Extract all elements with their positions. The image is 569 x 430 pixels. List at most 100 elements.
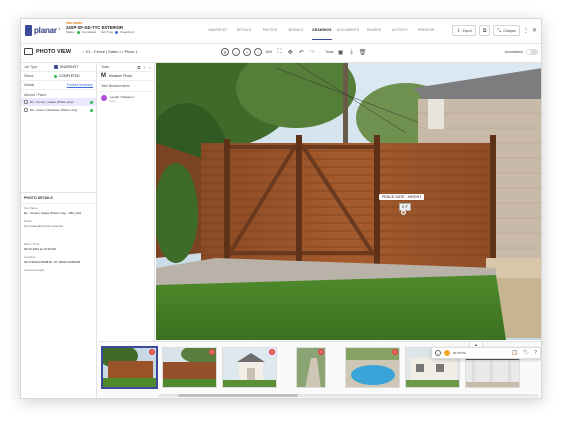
download-icon[interactable]: ⤓ bbox=[348, 48, 356, 56]
thumbnail[interactable]: × bbox=[162, 347, 217, 388]
status-dot-icon bbox=[76, 31, 80, 35]
planar-logo[interactable]: planar bbox=[25, 25, 57, 36]
collapse-icon: ⤡ bbox=[497, 27, 502, 34]
zoom-in-icon[interactable]: + bbox=[243, 48, 251, 56]
share-button[interactable]: ⧉ bbox=[479, 25, 491, 36]
zoom-level[interactable]: 18% bbox=[265, 50, 272, 54]
album-image-icon bbox=[24, 100, 28, 104]
jobtype-label: Job Type bbox=[101, 30, 114, 35]
help-circle-icon[interactable]: ? bbox=[534, 350, 537, 356]
nav-activity[interactable]: ACTIVITY bbox=[387, 28, 413, 40]
remove-thumbnail-icon[interactable]: × bbox=[392, 349, 398, 355]
nav-snapshot[interactable]: SNAPSHOT bbox=[205, 28, 231, 40]
notes-value: No embedded photo selected bbox=[24, 224, 64, 228]
more-vertical-icon[interactable]: ⋮ bbox=[523, 27, 529, 34]
breadcrumb-text: E1 - Fence | Gates >> Photo 1 bbox=[86, 50, 138, 54]
measurement-avatar bbox=[101, 95, 107, 101]
annotation-label[interactable]: FENCE GATE - HEIGHT bbox=[379, 194, 425, 200]
nav-documents[interactable]: DOCUMENTS bbox=[335, 28, 361, 40]
help-icon[interactable]: ? bbox=[143, 65, 145, 70]
photo-view-label: PHOTO VIEW bbox=[36, 48, 72, 55]
thumbnail[interactable]: × bbox=[345, 347, 400, 388]
view-tools: ⚙ i + − 18% ⛶ ✥ ↶ ↷ Tools ▣ ⤓ 🗑 bbox=[221, 48, 367, 56]
status-label: Status bbox=[66, 30, 75, 35]
product-summary-link[interactable]: Product Summary bbox=[67, 83, 93, 87]
nav-models[interactable]: MODELS bbox=[283, 28, 309, 40]
snapshot-icon bbox=[54, 65, 58, 69]
remove-thumbnail-icon[interactable]: × bbox=[318, 349, 324, 355]
nav-photos[interactable]: PHOTOS bbox=[257, 28, 283, 40]
file-name-value: E1 - Fence | Gates (Photo only) - IMG_00… bbox=[24, 211, 82, 215]
info-icon[interactable]: i bbox=[232, 48, 240, 56]
clipboard-icon[interactable]: 📋 bbox=[512, 350, 518, 356]
date-time-value: 09.03.2024 at 10:18 AM bbox=[24, 247, 56, 251]
undo-icon[interactable]: ↶ bbox=[297, 48, 305, 56]
status-value: Completed bbox=[81, 30, 97, 35]
job-type-label: Job Type bbox=[24, 65, 38, 69]
tag-icon[interactable]: 🏷 bbox=[523, 350, 529, 356]
album-status-dot-icon bbox=[90, 108, 93, 112]
main-photo[interactable]: FENCE GATE - HEIGHT 6' 2" bbox=[156, 63, 541, 340]
lock-icon[interactable]: ⌂ bbox=[149, 65, 151, 70]
logo-mark-icon bbox=[25, 25, 32, 36]
measure-photo-label: Measure Photo bbox=[109, 74, 132, 78]
remove-thumbnail-icon[interactable]: × bbox=[209, 349, 215, 355]
fence-gate-photo bbox=[156, 63, 541, 340]
status-row-label: Status bbox=[24, 74, 34, 78]
delete-icon[interactable]: 🗑 bbox=[359, 48, 367, 56]
album-label: E1 - Fence | Gates (Photo only) bbox=[30, 100, 74, 104]
thumbnail-scrollbar[interactable] bbox=[158, 394, 538, 397]
nav-preview[interactable]: PREVIEW bbox=[413, 28, 439, 40]
save-icon[interactable]: ▣ bbox=[337, 48, 345, 56]
project-status: Status Completed Job Type SnapshotJ bbox=[66, 30, 135, 35]
album-status-dot-icon bbox=[90, 100, 93, 104]
collapse-button[interactable]: ⤡ Collapse bbox=[493, 25, 520, 36]
status-row: Status COMPLETED bbox=[21, 72, 96, 81]
nav-drawings[interactable]: DRAWINGS bbox=[309, 28, 335, 40]
photo-view-title: PHOTO VIEW bbox=[24, 48, 71, 55]
thumbnail[interactable]: × bbox=[222, 347, 277, 388]
camera-height-label: Camera Height bbox=[24, 268, 45, 272]
remove-thumbnail-icon[interactable]: × bbox=[269, 349, 275, 355]
annotation-marker-icon[interactable] bbox=[401, 210, 406, 215]
annotations-toggle-group: Annotations bbox=[505, 49, 538, 55]
measurement-sub: Line bbox=[110, 99, 116, 104]
export-button[interactable]: ⇪ Export bbox=[452, 25, 477, 36]
chevron-right-icon: › bbox=[58, 26, 61, 33]
tools-panel-label: Tools bbox=[101, 65, 109, 69]
annotations-toggle[interactable] bbox=[526, 49, 538, 55]
fit-screen-icon[interactable]: ⛶ bbox=[275, 48, 283, 56]
thumbnail[interactable]: × bbox=[102, 347, 157, 388]
job-type-value: SNAPSHOT bbox=[60, 65, 79, 69]
top-actions: ⇪ Export ⧉ ⤡ Collapse ⋮ ✕ bbox=[452, 25, 537, 36]
nav-details[interactable]: DETAILS bbox=[231, 28, 257, 40]
floating-photo-bar: − 00:45 PM 📋 🏷 ? bbox=[431, 347, 541, 359]
remove-thumbnail-icon[interactable]: × bbox=[149, 349, 155, 355]
measure-icon: M bbox=[101, 73, 106, 79]
completed-dot-icon bbox=[54, 74, 57, 78]
zoom-out-circle-icon[interactable]: − bbox=[435, 350, 441, 356]
chevron-left-icon[interactable]: ‹ bbox=[83, 50, 84, 54]
timer-icon bbox=[444, 350, 450, 356]
collapse-label: Collapse bbox=[503, 28, 516, 33]
pan-icon[interactable]: ✥ bbox=[286, 48, 294, 56]
photo-details-title: PHOTO DETAILS bbox=[21, 193, 97, 204]
top-bar: planar › PRO DEMO 24SP-SF-GD-TYC EXTERIO… bbox=[21, 19, 541, 44]
share-icon: ⧉ bbox=[482, 27, 487, 34]
main-nav: SNAPSHOT DETAILS PHOTOS MODELS DRAWINGS … bbox=[205, 28, 439, 40]
thumbnail[interactable]: × bbox=[296, 347, 326, 388]
album-item[interactable]: E2 - Doors | Windows (Photo only) bbox=[21, 106, 96, 114]
measure-photo-tool[interactable]: M Measure Photo bbox=[98, 72, 154, 81]
zoom-out-icon[interactable]: − bbox=[254, 48, 262, 56]
close-icon[interactable]: ✕ bbox=[532, 27, 537, 34]
scrollbar-thumb[interactable] bbox=[178, 394, 298, 397]
jobtype-dot-icon bbox=[115, 31, 119, 35]
nav-shares[interactable]: SHARES bbox=[361, 28, 387, 40]
settings-icon[interactable]: ⚙ bbox=[221, 48, 229, 56]
layers-icon[interactable]: ⧉ bbox=[137, 65, 140, 70]
redo-icon[interactable]: ↷ bbox=[308, 48, 316, 56]
photo-time: 00:45 PM bbox=[453, 351, 466, 355]
album-item[interactable]: E1 - Fence | Gates (Photo only) bbox=[21, 98, 96, 106]
jobtype-value: SnapshotJ bbox=[120, 30, 135, 35]
measurement-item[interactable]: Length / Distance / Line bbox=[98, 92, 154, 106]
